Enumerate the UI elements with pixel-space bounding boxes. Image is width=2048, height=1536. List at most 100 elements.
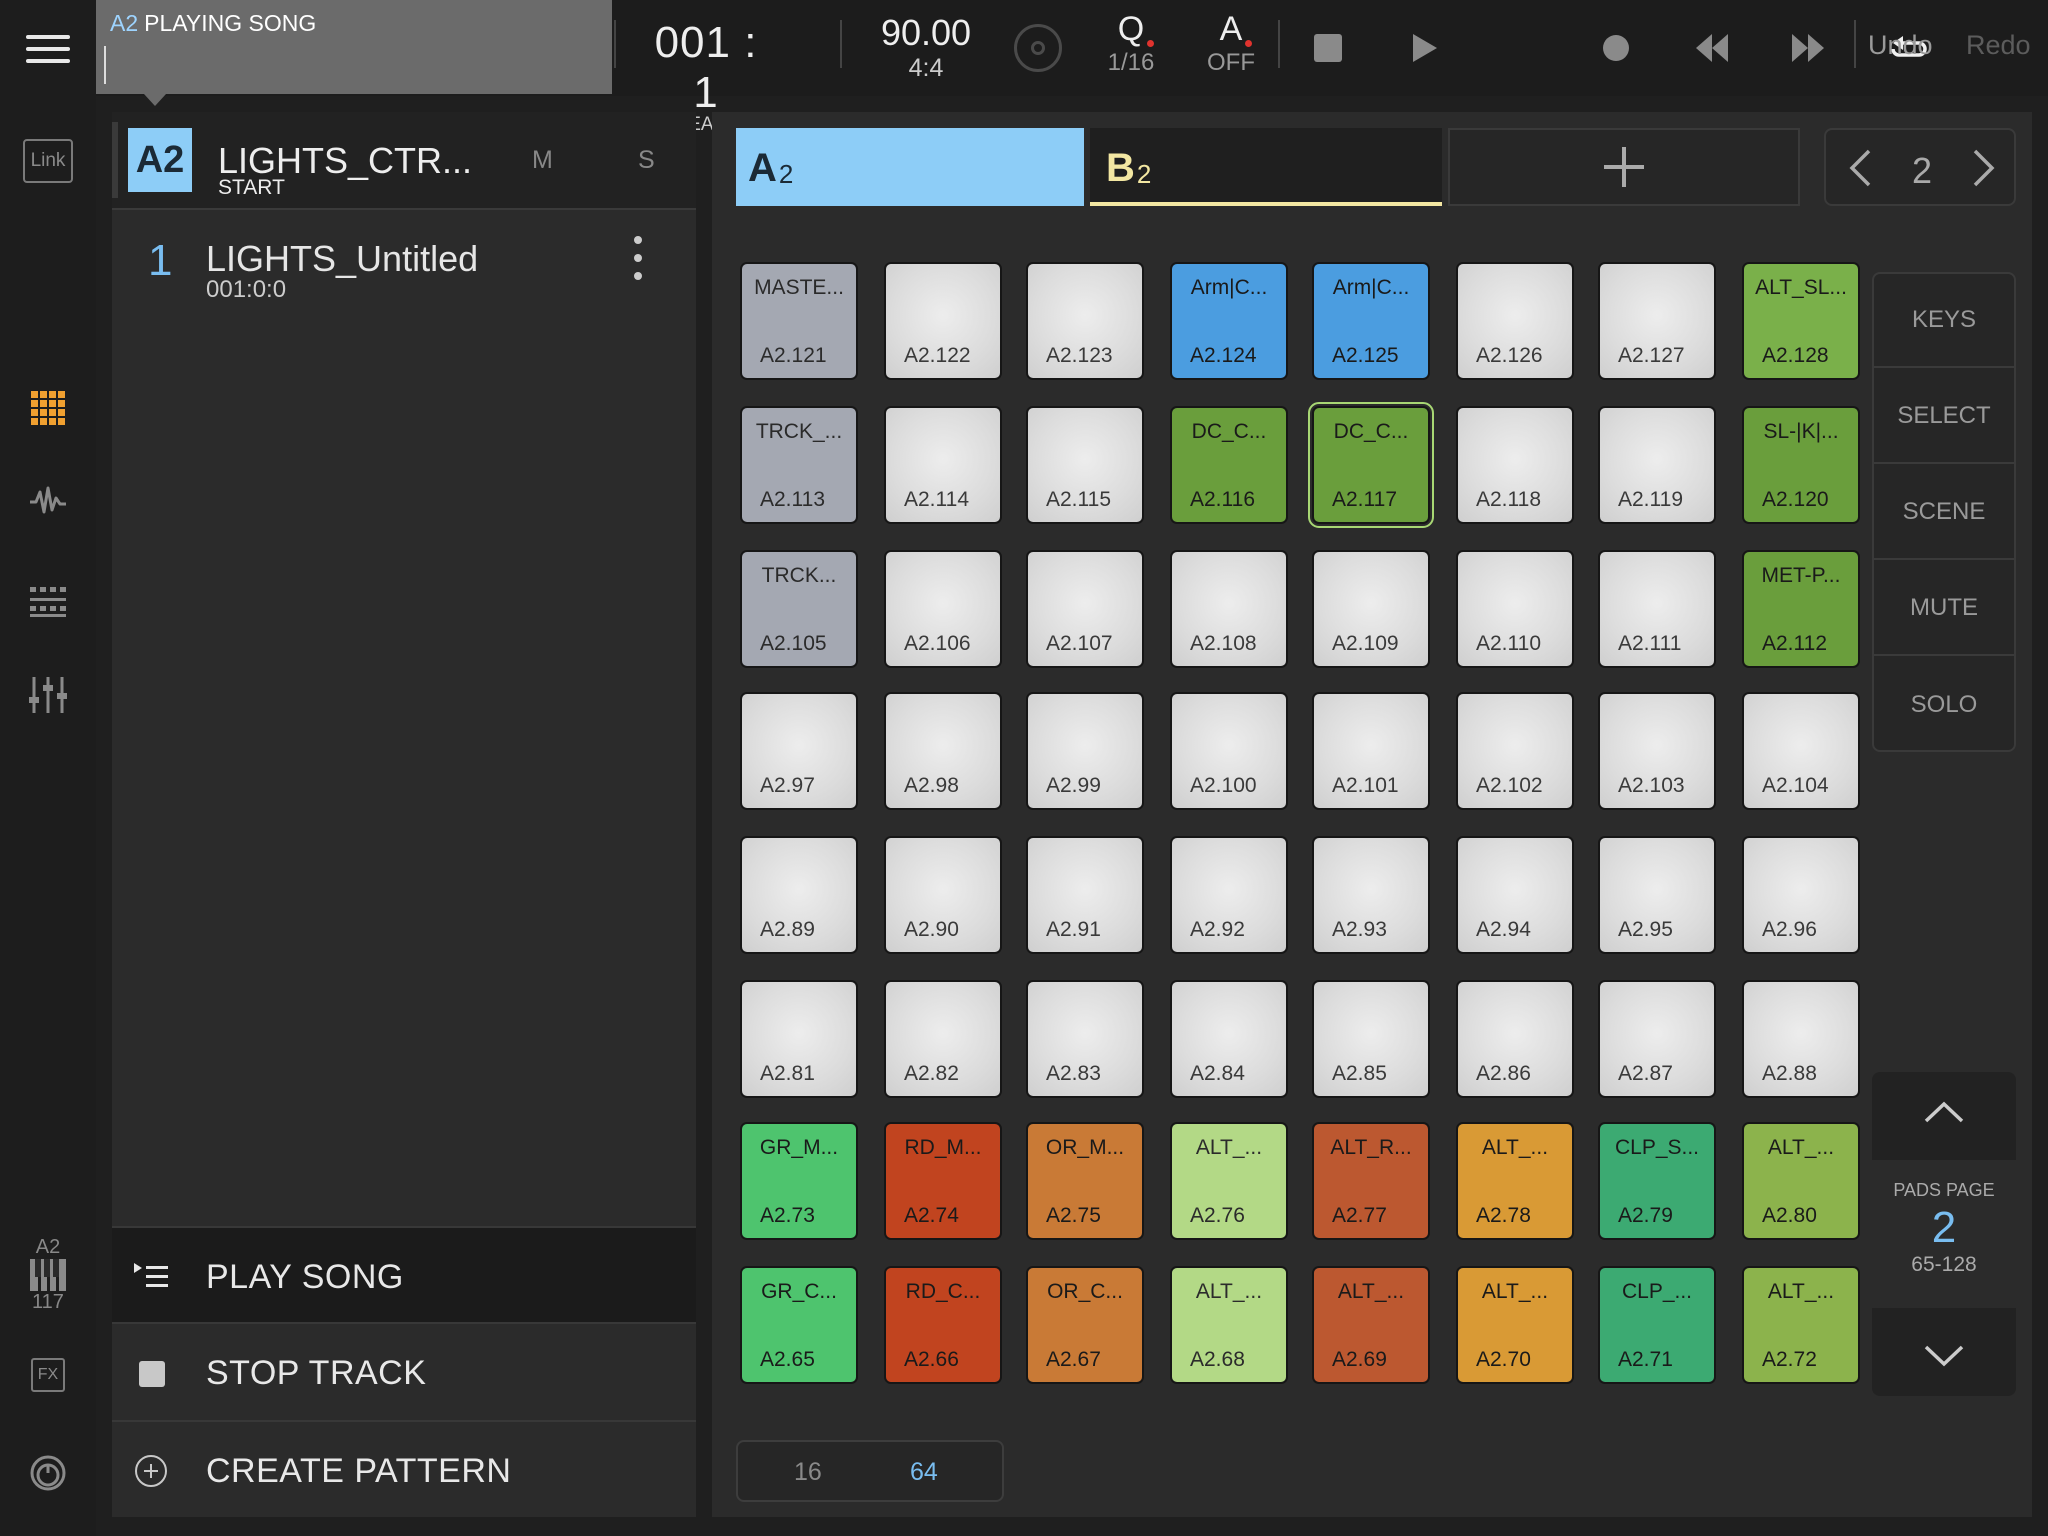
pad[interactable]: A2.123 [1026,262,1144,380]
pad[interactable]: DC_C... A2.117 [1308,402,1434,528]
pad[interactable]: ALT_... A2.80 [1742,1122,1860,1240]
sample-editor-button[interactable] [0,478,96,524]
pad[interactable]: RD_C... A2.66 [884,1266,1002,1384]
pad[interactable]: A2.118 [1456,406,1574,524]
rewind-button[interactable] [1686,24,1738,72]
keyboard-track-button[interactable]: A2 117 [0,1230,96,1320]
pad[interactable]: A2.127 [1598,262,1716,380]
next-page-button[interactable] [1962,146,2006,190]
pad[interactable]: OR_M... A2.75 [1026,1122,1144,1240]
settings-knob-button[interactable] [0,1448,96,1498]
pad[interactable]: A2.94 [1456,836,1574,954]
stop-track-button[interactable]: STOP TRACK [112,1322,696,1418]
pad[interactable]: A2.90 [884,836,1002,954]
pad[interactable]: MASTE... A2.121 [740,262,858,380]
pad[interactable]: A2.88 [1742,980,1860,1098]
pad[interactable]: A2.104 [1742,692,1860,810]
pads-page-down-button[interactable] [1872,1316,2016,1396]
metronome-button[interactable] [1014,24,1062,72]
pad[interactable]: A2.106 [884,550,1002,668]
pad[interactable]: A2.115 [1026,406,1144,524]
pad[interactable]: A2.122 [884,262,1002,380]
pad[interactable]: A2.87 [1598,980,1716,1098]
play-button[interactable] [1398,24,1450,72]
pad[interactable]: A2.111 [1598,550,1716,668]
solo-button[interactable]: S [638,146,655,175]
mode-solo-button[interactable]: SOLO [1874,658,2014,752]
pad[interactable]: CLP_S... A2.79 [1598,1122,1716,1240]
pad[interactable]: A2.93 [1312,836,1430,954]
sequencer-button[interactable] [0,578,96,624]
pad[interactable]: A2.86 [1456,980,1574,1098]
pad[interactable]: GR_C... A2.65 [740,1266,858,1384]
bank-tab-b2[interactable]: B2 [1090,128,1442,206]
add-bank-button[interactable] [1448,128,1800,206]
pad[interactable]: A2.89 [740,836,858,954]
stop-button[interactable] [1302,24,1354,72]
pads-view-button[interactable] [0,385,96,431]
mode-keys-button[interactable]: KEYS [1874,274,2014,368]
pad[interactable]: ALT_... A2.78 [1456,1122,1574,1240]
bank-tab-a2[interactable]: A2 [736,128,1084,206]
pad[interactable]: DC_C... A2.116 [1170,406,1288,524]
pad[interactable]: TRCK_... A2.113 [740,406,858,524]
pad[interactable]: A2.100 [1170,692,1288,810]
pad[interactable]: MET-P... A2.112 [1742,550,1860,668]
mute-button[interactable]: M [532,146,553,175]
pattern-list-item[interactable]: 1 LIGHTS_Untitled 001:0:0 [112,210,696,322]
pad[interactable]: A2.109 [1312,550,1430,668]
pad-size-16-button[interactable]: 16 [794,1458,822,1487]
mode-scene-button[interactable]: SCENE [1874,466,2014,560]
pad[interactable]: CLP_... A2.71 [1598,1266,1716,1384]
quantize-button[interactable]: Q 1/16 [1096,10,1166,77]
song-status-panel[interactable]: A2 PLAYING SONG [96,0,612,106]
pad[interactable]: A2.96 [1742,836,1860,954]
pad[interactable]: RD_M... A2.74 [884,1122,1002,1240]
pad[interactable]: A2.85 [1312,980,1430,1098]
pad[interactable]: A2.84 [1170,980,1288,1098]
undo-button[interactable]: Undo [1868,30,1933,61]
pad[interactable]: A2.81 [740,980,858,1098]
pad[interactable]: A2.98 [884,692,1002,810]
pad[interactable]: ALT_R... A2.77 [1312,1122,1430,1240]
record-button[interactable] [1590,24,1642,72]
pad[interactable]: A2.102 [1456,692,1574,810]
automation-button[interactable]: A OFF [1196,10,1266,77]
pad[interactable]: Arm|C... A2.124 [1170,262,1288,380]
pad[interactable]: A2.82 [884,980,1002,1098]
create-pattern-button[interactable]: CREATE PATTERN [112,1420,696,1516]
pad[interactable]: ALT_... A2.70 [1456,1266,1574,1384]
redo-button[interactable]: Redo [1966,30,2031,61]
fast-forward-button[interactable] [1782,24,1834,72]
pad[interactable]: ALT_... A2.72 [1742,1266,1860,1384]
mode-mute-button[interactable]: MUTE [1874,562,2014,656]
tempo-display[interactable]: 90.00 4:4 [866,12,986,83]
pad[interactable]: ALT_... A2.68 [1170,1266,1288,1384]
mode-select-button[interactable]: SELECT [1874,370,2014,464]
pad[interactable]: A2.126 [1456,262,1574,380]
pad[interactable]: A2.103 [1598,692,1716,810]
mixer-button[interactable] [0,670,96,720]
pad-size-64-button[interactable]: 64 [910,1458,938,1487]
pad[interactable]: A2.101 [1312,692,1430,810]
pad[interactable]: A2.107 [1026,550,1144,668]
pad[interactable]: A2.99 [1026,692,1144,810]
pad[interactable]: OR_C... A2.67 [1026,1266,1144,1384]
pad[interactable]: A2.91 [1026,836,1144,954]
pads-page-up-button[interactable] [1872,1072,2016,1152]
previous-page-button[interactable] [1838,146,1882,190]
pad[interactable]: A2.114 [884,406,1002,524]
pad[interactable]: TRCK... A2.105 [740,550,858,668]
pad[interactable]: A2.108 [1170,550,1288,668]
link-button[interactable]: Link [0,134,96,188]
pad[interactable]: A2.83 [1026,980,1144,1098]
pad[interactable]: Arm|C... A2.125 [1312,262,1430,380]
menu-button[interactable] [0,18,96,80]
pad[interactable]: GR_M... A2.73 [740,1122,858,1240]
fx-button[interactable]: FX [0,1352,96,1398]
play-song-button[interactable]: PLAY SONG [112,1226,696,1322]
pad[interactable]: ALT_... A2.69 [1312,1266,1430,1384]
track-header[interactable]: A2 LIGHTS_CTR... START M S [112,112,696,210]
pad[interactable]: A2.119 [1598,406,1716,524]
pad[interactable]: A2.97 [740,692,858,810]
